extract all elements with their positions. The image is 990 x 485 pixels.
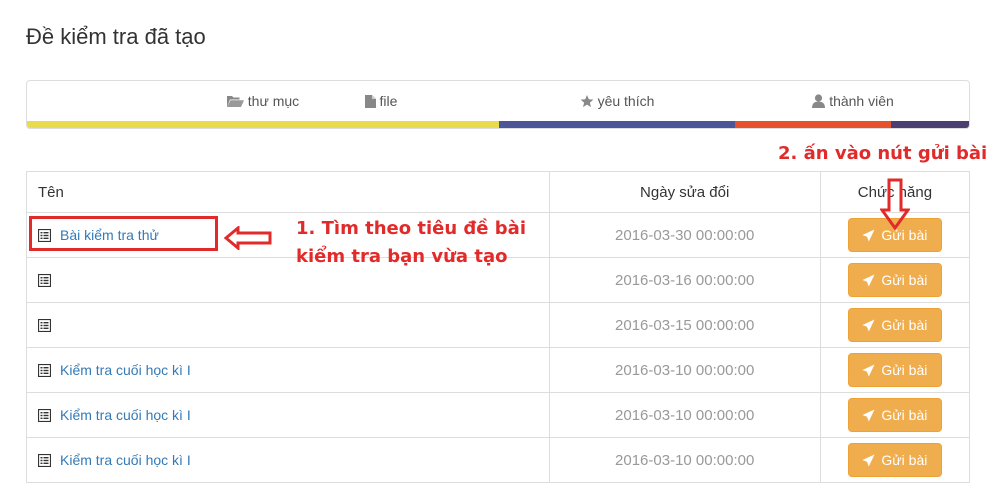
star-icon: [580, 94, 594, 108]
file-icon: [364, 94, 376, 108]
user-icon: [812, 94, 826, 108]
row-action-cell: Gửi bài: [819, 302, 971, 348]
tab-files[interactable]: file: [263, 81, 499, 121]
row-action-cell: Gửi bài: [819, 347, 971, 393]
exam-link[interactable]: Kiểm tra cuối học kì I: [60, 362, 191, 378]
row-date-cell: 2016-03-30 00:00:00: [548, 212, 821, 258]
annotation-step-2: 2. ấn vào nút gửi bài: [778, 143, 988, 164]
send-button[interactable]: Gửi bài: [847, 443, 942, 477]
tab-folders-bar: [27, 121, 499, 128]
tab-favorites-label: yêu thích: [597, 93, 655, 109]
tab-members-label: thành viên: [829, 93, 894, 109]
table-header-row: Tên Ngày sửa đổi Chức năng: [26, 171, 971, 213]
list-doc-icon: [38, 363, 51, 377]
send-icon: [862, 409, 875, 421]
category-tabs: thư mục file yêu thích thành viên: [26, 80, 970, 129]
send-button[interactable]: Gửi bài: [847, 263, 942, 297]
send-icon: [862, 319, 875, 331]
row-date-cell: 2016-03-10 00:00:00: [548, 347, 821, 393]
exam-link[interactable]: Kiểm tra cuối học kì I: [60, 407, 191, 423]
row-name-cell: [26, 302, 550, 348]
send-icon: [862, 454, 875, 466]
list-doc-icon: [38, 273, 51, 287]
send-button-label: Gửi bài: [881, 317, 928, 333]
tab-members[interactable]: thành viên: [735, 81, 969, 128]
row-date-cell: 2016-03-15 00:00:00: [548, 302, 821, 348]
arrow-down-icon: [880, 178, 910, 230]
exam-link[interactable]: Kiểm tra cuối học kì I: [60, 452, 191, 468]
row-action-cell: Gửi bài: [819, 257, 971, 303]
tab-files-label: file: [379, 93, 398, 109]
send-icon: [862, 229, 875, 241]
row-name-cell: Kiểm tra cuối học kì I: [26, 347, 550, 393]
modified-date: 2016-03-15 00:00:00: [615, 316, 755, 334]
table-row: Kiểm tra cuối học kì I 2016-03-10 00:00:0…: [26, 437, 971, 483]
send-icon: [862, 364, 875, 376]
row-date-cell: 2016-03-10 00:00:00: [548, 392, 821, 438]
row-name-cell: Kiểm tra cuối học kì I: [26, 392, 550, 438]
tab-members-bar: [735, 121, 891, 128]
table-row: Kiểm tra cuối học kì I 2016-03-10 00:00:0…: [26, 392, 971, 438]
send-button-label: Gửi bài: [881, 452, 928, 468]
tab-favorites[interactable]: yêu thích: [499, 81, 735, 128]
table-row: Kiểm tra cuối học kì I 2016-03-10 00:00:0…: [26, 347, 971, 393]
header-name: Tên: [26, 171, 550, 213]
arrow-left-icon: [224, 226, 272, 250]
row-name-cell: Kiểm tra cuối học kì I: [26, 437, 550, 483]
page-title: Đề kiểm tra đã tạo: [26, 24, 206, 49]
header-modified: Ngày sửa đổi: [548, 171, 821, 213]
send-button[interactable]: Gửi bài: [847, 353, 942, 387]
modified-date: 2016-03-10 00:00:00: [615, 406, 755, 424]
row-action-cell: Gửi bài: [819, 392, 971, 438]
modified-date: 2016-03-10 00:00:00: [615, 451, 755, 469]
row-date-cell: 2016-03-16 00:00:00: [548, 257, 821, 303]
send-icon: [862, 274, 875, 286]
list-doc-icon: [38, 408, 51, 422]
tab-members-bar-dark: [891, 121, 969, 128]
annotation-step-1: 1. Tìm theo tiêu đề bài kiểm tra bạn vừa…: [296, 218, 526, 267]
list-doc-icon: [38, 318, 51, 332]
row-date-cell: 2016-03-10 00:00:00: [548, 437, 821, 483]
table-row: 2016-03-15 00:00:00 Gửi bài: [26, 302, 971, 348]
modified-date: 2016-03-16 00:00:00: [615, 271, 755, 289]
send-button-label: Gửi bài: [881, 272, 928, 288]
modified-date: 2016-03-30 00:00:00: [615, 226, 755, 244]
folder-open-icon: [226, 95, 244, 107]
send-button-label: Gửi bài: [881, 362, 928, 378]
send-button[interactable]: Gửi bài: [847, 398, 942, 432]
row-action-cell: Gửi bài: [819, 437, 971, 483]
modified-date: 2016-03-10 00:00:00: [615, 361, 755, 379]
send-button-label: Gửi bài: [881, 407, 928, 423]
send-button[interactable]: Gửi bài: [847, 308, 942, 342]
tab-favorites-bar: [499, 121, 735, 128]
highlight-box: [29, 216, 218, 251]
list-doc-icon: [38, 453, 51, 467]
